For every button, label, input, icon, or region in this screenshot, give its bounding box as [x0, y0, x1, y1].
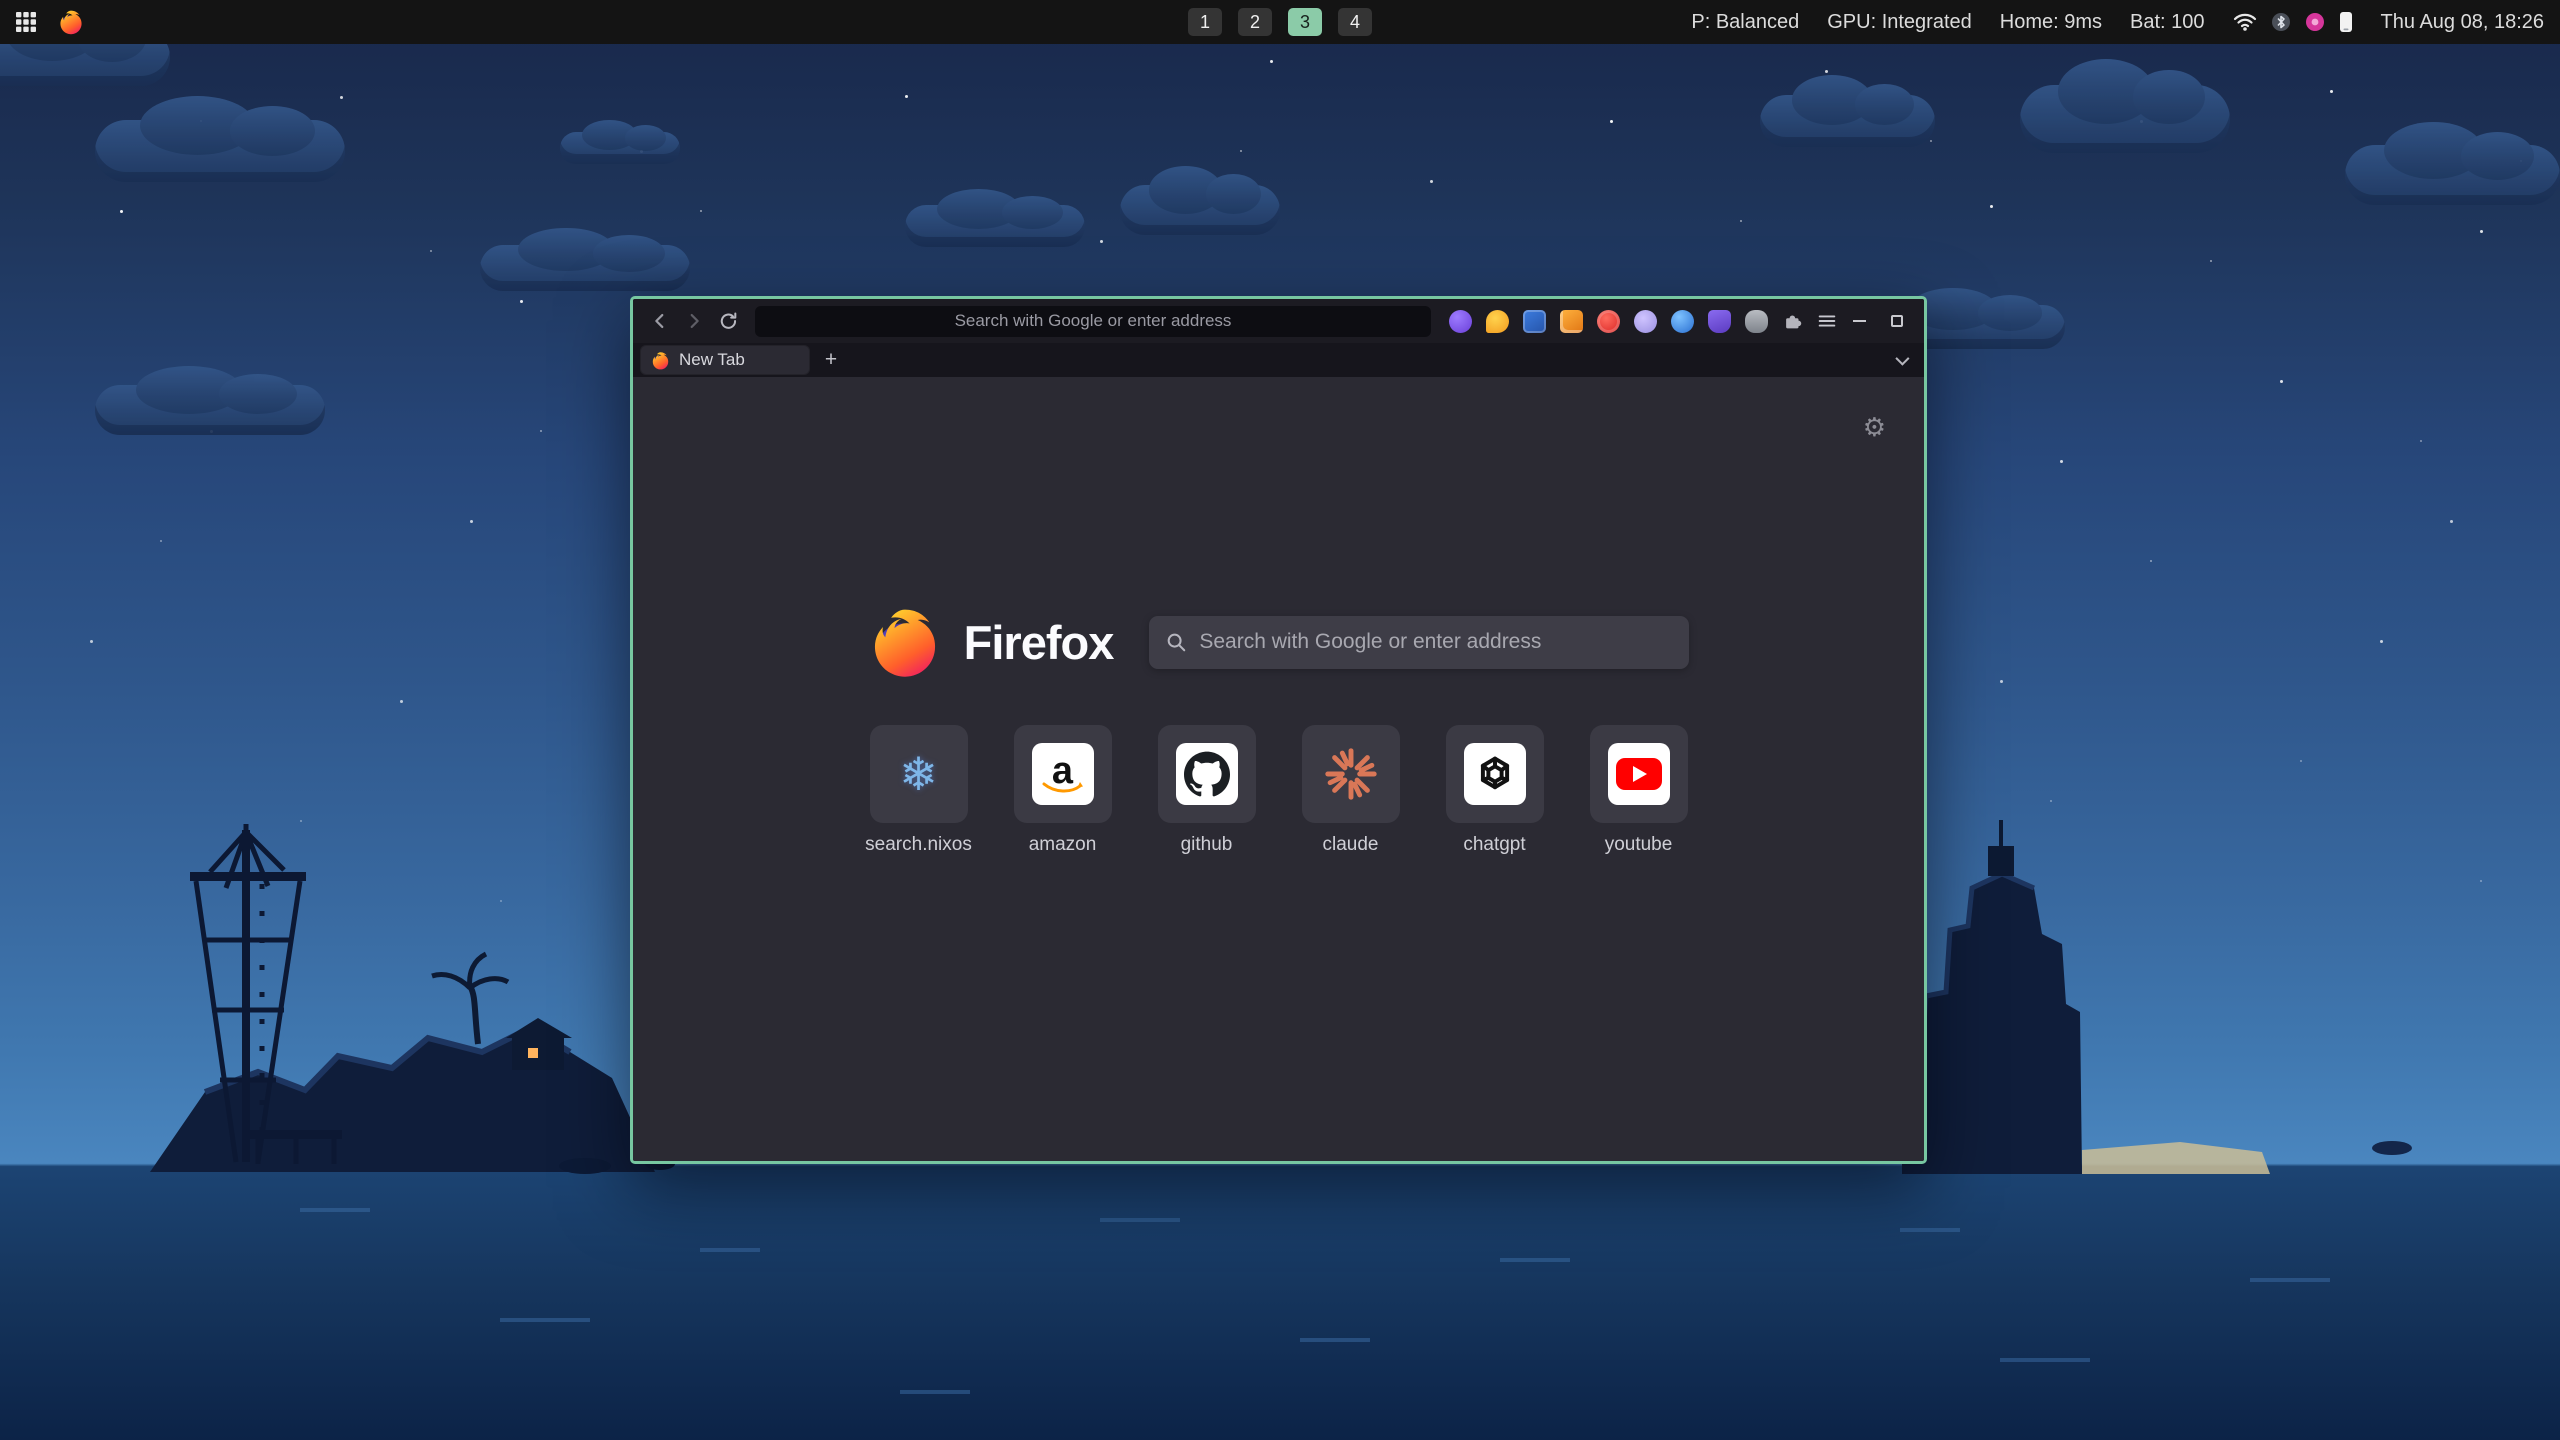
claude-tile: [1302, 725, 1400, 823]
search-icon: [1165, 631, 1187, 653]
shortcut-tiles: ❄ search.nixos a amazon: [870, 725, 1688, 856]
amazon-smile-icon: [1041, 781, 1085, 797]
github-tile: [1158, 725, 1256, 823]
nixos-snowflake-icon: ❄: [899, 751, 938, 797]
minimize-icon: [1853, 320, 1866, 322]
status-bar-left: [0, 9, 84, 35]
urlbar-input[interactable]: [755, 306, 1431, 337]
shortcut-label: youtube: [1605, 834, 1673, 856]
minimize-button[interactable]: [1844, 306, 1874, 336]
firefox-icon: [58, 9, 84, 35]
addon-icon-6[interactable]: [1634, 310, 1657, 333]
tab-bar: New Tab +: [633, 343, 1924, 377]
nixos-tile: ❄: [870, 725, 968, 823]
wifi-icon[interactable]: [2233, 12, 2257, 32]
extensions-puzzle-button[interactable]: [1776, 304, 1810, 338]
ping-module: Home: 9ms: [2000, 11, 2102, 34]
shortcut-label: amazon: [1029, 834, 1097, 856]
addon-icon-9[interactable]: [1745, 310, 1768, 333]
chatgpt-tile: [1446, 725, 1544, 823]
tab-new-tab[interactable]: New Tab: [641, 346, 809, 374]
forward-button[interactable]: [677, 304, 711, 338]
shortcut-label: github: [1181, 834, 1233, 856]
app-launcher-button[interactable]: [14, 10, 38, 34]
window-controls: ×: [1844, 306, 1927, 336]
shortcut-chatgpt[interactable]: chatgpt: [1446, 725, 1544, 856]
addon-icon-5[interactable]: [1597, 310, 1620, 333]
new-tab-page: ⚙ Firefox ❄: [633, 377, 1924, 1161]
new-tab-button[interactable]: +: [817, 346, 845, 374]
shortcut-label: search.nixos: [865, 834, 972, 856]
addon-icon-4[interactable]: [1560, 310, 1583, 333]
firefox-wordmark: Firefox: [964, 615, 1114, 670]
claude-starburst-icon: [1322, 745, 1380, 803]
apps-grid-icon: [14, 10, 38, 34]
firefox-window: × New Tab + ⚙: [630, 296, 1927, 1164]
list-all-tabs-button[interactable]: [1886, 346, 1916, 374]
color-profile-icon[interactable]: [2305, 12, 2325, 32]
addon-icon-1[interactable]: [1449, 310, 1472, 333]
gpu-module: GPU: Integrated: [1827, 11, 1972, 34]
personalize-settings-button[interactable]: ⚙: [1863, 413, 1886, 443]
amazon-tile: a: [1014, 725, 1112, 823]
firefox-logo: [868, 605, 942, 679]
newtab-search-input[interactable]: [1199, 630, 1673, 654]
back-arrow-icon: [649, 310, 671, 332]
youtube-tile: [1590, 725, 1688, 823]
app-menu-button[interactable]: [1810, 304, 1844, 338]
newtab-hero: Firefox: [868, 605, 1690, 679]
amazon-icon: a: [1032, 743, 1094, 805]
workspace-button-3-active[interactable]: 3: [1288, 8, 1322, 36]
puzzle-piece-icon: [1782, 310, 1804, 332]
maximize-button[interactable]: [1882, 306, 1912, 336]
shortcut-label: chatgpt: [1463, 834, 1525, 856]
battery-module[interactable]: Bat: 100: [2130, 11, 2205, 34]
shortcut-amazon[interactable]: a amazon: [1014, 725, 1112, 856]
firefox-favicon: [651, 351, 670, 370]
status-tray: [2233, 11, 2353, 33]
desktop: 1 2 3 4 P: Balanced GPU: Integrated Home…: [0, 0, 2560, 1440]
forward-arrow-icon: [683, 310, 705, 332]
bluetooth-status-icon[interactable]: [2271, 12, 2291, 32]
youtube-play-badge: [1616, 758, 1662, 790]
browser-toolbar: ×: [633, 299, 1924, 343]
status-bar: 1 2 3 4 P: Balanced GPU: Integrated Home…: [0, 0, 2560, 44]
shortcut-label: claude: [1323, 834, 1379, 856]
workspace-switcher: 1 2 3 4: [1188, 8, 1372, 36]
tab-title: New Tab: [679, 350, 745, 370]
maximize-icon: [1891, 315, 1903, 327]
addon-icon-2[interactable]: [1486, 310, 1509, 333]
hamburger-menu-icon: [1816, 310, 1838, 332]
addon-icon-7[interactable]: [1671, 310, 1694, 333]
workspace-button-2[interactable]: 2: [1238, 8, 1272, 36]
extension-buttons: [1441, 310, 1776, 333]
workspace-button-1[interactable]: 1: [1188, 8, 1222, 36]
close-button[interactable]: ×: [1920, 306, 1927, 336]
shortcut-youtube[interactable]: youtube: [1590, 725, 1688, 856]
addon-icon-8[interactable]: [1708, 310, 1731, 333]
firefox-taskbar-icon[interactable]: [58, 9, 84, 35]
urlbar[interactable]: [755, 306, 1431, 337]
reload-icon: [718, 311, 739, 332]
newtab-search-bar[interactable]: [1149, 616, 1689, 669]
play-triangle-icon: [1633, 766, 1647, 782]
chevron-down-icon: [1895, 352, 1909, 366]
shortcut-github[interactable]: github: [1158, 725, 1256, 856]
clock-module[interactable]: Thu Aug 08, 18:26: [2381, 11, 2544, 34]
workspace-button-4[interactable]: 4: [1338, 8, 1372, 36]
chatgpt-icon: [1464, 743, 1526, 805]
status-bar-right: P: Balanced GPU: Integrated Home: 9ms Ba…: [1691, 11, 2560, 34]
shortcut-claude[interactable]: claude: [1302, 725, 1400, 856]
gear-icon: ⚙: [1863, 413, 1886, 443]
youtube-icon: [1608, 743, 1670, 805]
reload-button[interactable]: [711, 304, 745, 338]
shortcut-search-nixos[interactable]: ❄ search.nixos: [870, 725, 968, 856]
github-icon: [1176, 743, 1238, 805]
back-button[interactable]: [643, 304, 677, 338]
phone-icon[interactable]: [2339, 11, 2353, 33]
addon-icon-3[interactable]: [1523, 310, 1546, 333]
power-profile-module[interactable]: P: Balanced: [1691, 11, 1799, 34]
